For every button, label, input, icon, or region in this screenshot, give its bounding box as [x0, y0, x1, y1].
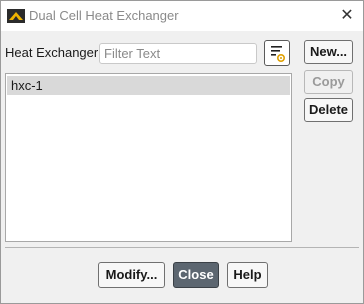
- window-title: Dual Cell Heat Exchanger: [29, 8, 179, 23]
- footer-divider: [5, 247, 359, 248]
- heat-exchanger-dialog: Dual Cell Heat Exchanger ✕ Heat Exchange…: [0, 0, 364, 304]
- heat-exchanger-label: Heat Exchanger: [5, 45, 99, 60]
- filter-settings-button[interactable]: [264, 40, 290, 66]
- close-button[interactable]: Close: [173, 262, 219, 288]
- filter-settings-icon: [271, 46, 286, 63]
- help-button[interactable]: Help: [227, 262, 268, 288]
- app-logo-icon: [7, 9, 25, 23]
- copy-button[interactable]: Copy: [304, 70, 353, 94]
- heat-exchanger-list[interactable]: hxc-1: [5, 73, 292, 242]
- delete-button[interactable]: Delete: [304, 98, 353, 122]
- list-item-hxc-1[interactable]: hxc-1: [7, 76, 290, 95]
- title-bar: Dual Cell Heat Exchanger ✕: [1, 1, 363, 31]
- modify-button[interactable]: Modify...: [98, 262, 165, 288]
- window-close-icon[interactable]: ✕: [337, 6, 357, 26]
- filter-text-input[interactable]: [99, 43, 257, 64]
- new-button[interactable]: New...: [304, 40, 353, 64]
